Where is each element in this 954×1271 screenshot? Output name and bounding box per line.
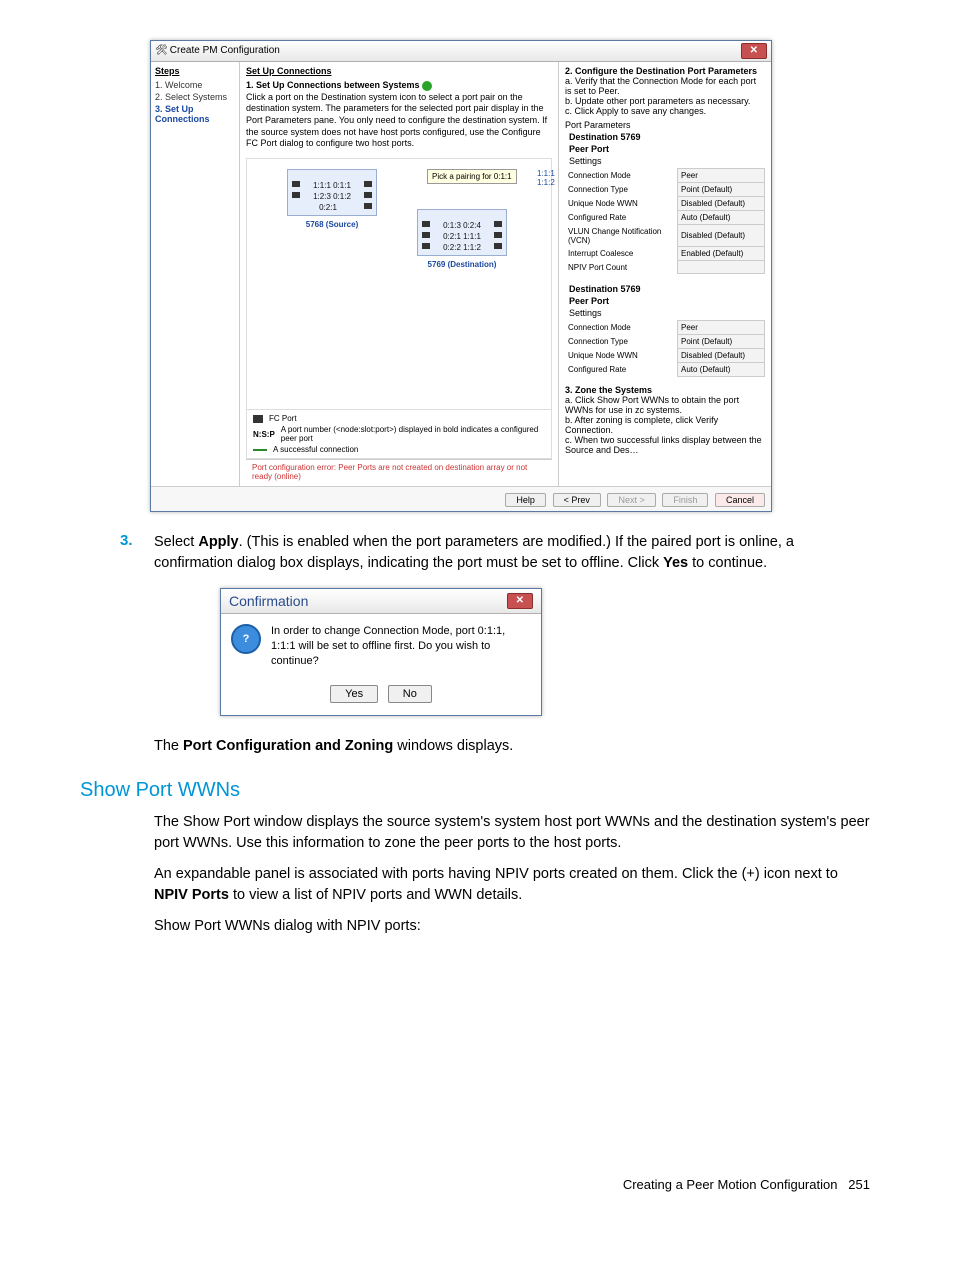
next-button: Next > [607,493,655,507]
dialog-footer: Help < Prev Next > Finish Cancel [151,486,771,511]
main-column: Set Up Connections 1. Set Up Connections… [240,62,558,486]
right-column: 2. Configure the Destination Port Parame… [558,62,771,486]
step-setup-connections[interactable]: 3. Set Up Connections [155,104,235,124]
instruction-1: 1. Set Up Connections between Systems Cl… [246,80,552,150]
step-welcome[interactable]: 1. Welcome [155,80,235,90]
success-line-icon [253,449,267,451]
cancel-button[interactable]: Cancel [715,493,765,507]
section-paragraph-1: The Show Port window displays the source… [154,812,874,854]
error-message: Port configuration error: Peer Ports are… [246,459,552,482]
section-paragraph-2: An expandable panel is associated with p… [154,864,874,906]
help-button[interactable]: Help [505,493,546,507]
step-3-item: 3. Select Apply. (This is enabled when t… [80,532,874,574]
dialog-titlebar: 🛠 Create PM Configuration ✕ [151,41,771,62]
port-parameters-table-1: Connection ModePeer Connection TypePoint… [565,168,765,274]
topology-area: 1:1:1 0:1:1 1:2:3 0:1:2 0:2:1 5768 (Sour… [246,158,552,410]
section-heading: Show Port WWNs [80,779,874,802]
fc-port-icon [253,415,263,423]
refresh-icon[interactable] [422,81,432,91]
dialog-title: Create PM Configuration [170,45,280,56]
confirm-message: In order to change Connection Mode, port… [271,624,531,669]
legend: FC Port N:S:PA port number (<node:slot:p… [246,410,552,459]
step-select-systems[interactable]: 2. Select Systems [155,92,235,102]
step-number: 3. [80,532,154,574]
confirm-titlebar: Confirmation ✕ [221,589,541,614]
destination-host[interactable]: 0:1:3 0:2:4 0:2:1 1:1:1 0:2:2 1:1:2 5769… [417,209,507,256]
no-button[interactable]: No [388,685,432,703]
question-icon: ? [231,624,261,654]
section-paragraph-3: Show Port WWNs dialog with NPIV ports: [154,916,874,937]
app-icon: 🛠 [155,45,167,57]
step-text: Select Apply. (This is enabled when the … [154,532,874,574]
pairing-list[interactable]: 1:1:1 1:1:2 [537,169,555,187]
yes-button[interactable]: Yes [330,685,378,703]
prev-button[interactable]: < Prev [553,493,601,507]
create-pm-config-dialog: 🛠 Create PM Configuration ✕ Steps 1. Wel… [150,40,772,512]
close-icon[interactable]: ✕ [741,43,767,59]
page-footer: Creating a Peer Motion Configuration 251 [80,1177,874,1192]
port-parameters-table-2: Connection ModePeer Connection TypePoint… [565,320,765,377]
finish-button: Finish [662,493,708,507]
source-host[interactable]: 1:1:1 0:1:1 1:2:3 0:1:2 0:2:1 5768 (Sour… [287,169,377,216]
steps-column: Steps 1. Welcome 2. Select Systems 3. Se… [151,62,240,486]
main-header: Set Up Connections [246,66,552,76]
pairing-tooltip: Pick a pairing for 0:1:1 [427,169,517,184]
after-confirm-text: The Port Configuration and Zoning window… [154,736,874,757]
steps-header: Steps [155,66,235,76]
confirmation-dialog: Confirmation ✕ ? In order to change Conn… [220,588,542,716]
source-caption: 5768 (Source) [288,220,376,229]
destination-caption: 5769 (Destination) [418,260,506,269]
close-icon[interactable]: ✕ [507,593,533,609]
